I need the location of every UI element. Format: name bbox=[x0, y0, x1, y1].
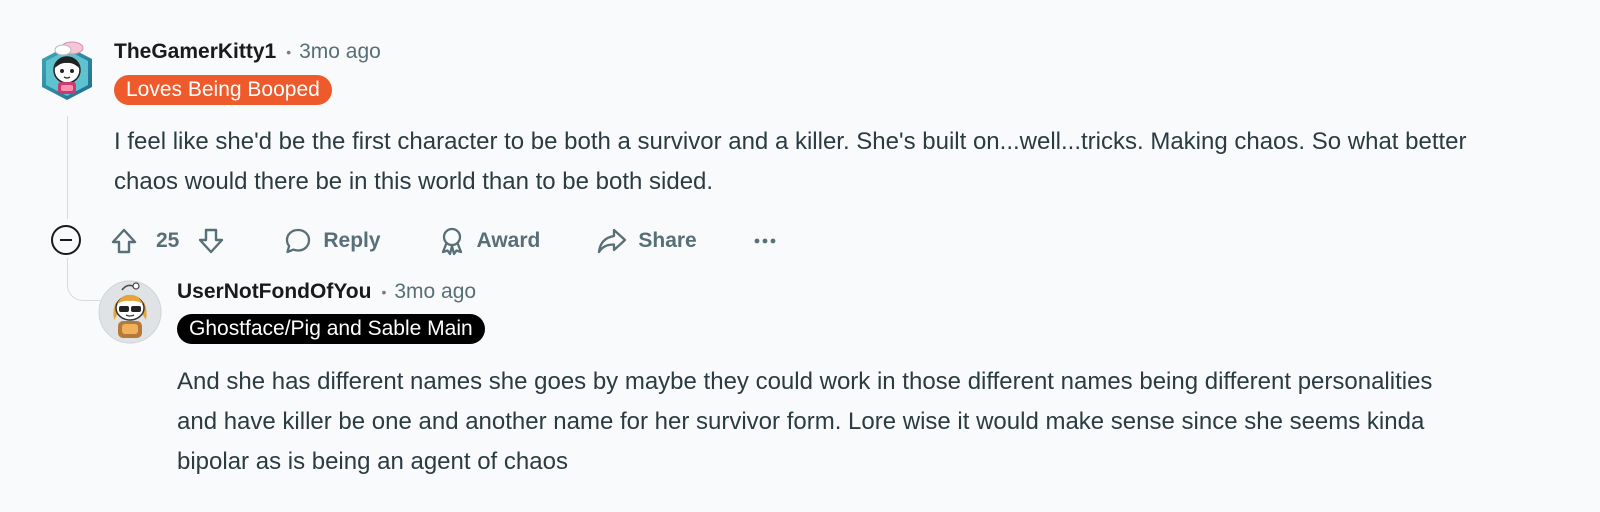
upvote-icon bbox=[111, 228, 137, 254]
award-label: Award bbox=[476, 229, 541, 252]
avatar-image bbox=[42, 41, 92, 100]
comment-body: And she has different names she goes by … bbox=[177, 368, 1433, 475]
share-button[interactable]: Share bbox=[596, 226, 697, 256]
more-options-button[interactable] bbox=[753, 236, 777, 246]
comment-thread: TheGamerKitty1 • 3mo ago Loves Being Boo… bbox=[0, 0, 1600, 512]
timestamp[interactable]: 3mo ago bbox=[394, 280, 476, 304]
downvote-button[interactable] bbox=[195, 225, 227, 257]
avatar-image bbox=[98, 280, 162, 344]
user-flair: Ghostface/Pig and Sable Main bbox=[177, 314, 485, 344]
comment-header: TheGamerKitty1 • 3mo ago bbox=[114, 40, 381, 64]
username[interactable]: UserNotFondOfYou bbox=[177, 280, 371, 304]
more-icon bbox=[754, 238, 776, 244]
downvote-icon bbox=[199, 228, 224, 254]
separator-dot: • bbox=[286, 44, 292, 60]
share-label: Share bbox=[638, 229, 697, 252]
collapse-icon bbox=[60, 239, 72, 241]
award-icon bbox=[441, 227, 462, 256]
comment-body: I feel like she'd be the first character… bbox=[114, 128, 1467, 195]
comment-action-bar: 25 Reply Award Share bbox=[108, 220, 777, 262]
timestamp[interactable]: 3mo ago bbox=[299, 40, 381, 64]
username[interactable]: TheGamerKitty1 bbox=[114, 40, 276, 64]
avatar[interactable] bbox=[36, 38, 98, 102]
comment-icon bbox=[286, 228, 311, 254]
vote-score: 25 bbox=[156, 229, 180, 252]
reply-button[interactable]: Reply bbox=[283, 226, 381, 256]
collapse-thread-button[interactable] bbox=[51, 225, 81, 255]
share-icon bbox=[598, 228, 627, 254]
separator-dot: • bbox=[381, 284, 387, 300]
thread-connector bbox=[67, 270, 100, 301]
upvote-button[interactable] bbox=[108, 225, 140, 257]
avatar[interactable] bbox=[98, 280, 162, 344]
comment-header: UserNotFondOfYou • 3mo ago bbox=[177, 280, 476, 304]
reply-label: Reply bbox=[323, 229, 381, 252]
user-flair: Loves Being Booped bbox=[114, 75, 332, 105]
thread-line[interactable] bbox=[67, 116, 68, 219]
award-button[interactable]: Award bbox=[437, 226, 541, 256]
